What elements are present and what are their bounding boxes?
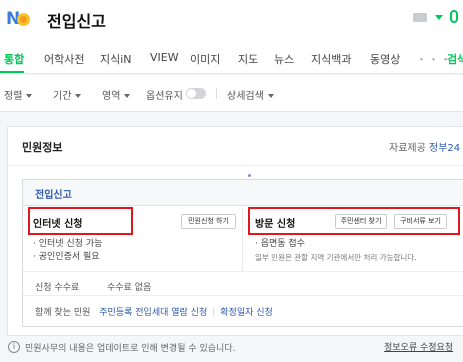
tab-view[interactable]: VIEW (150, 51, 179, 64)
naver-logo[interactable]: N (6, 9, 32, 29)
tab-integrated[interactable]: 통합 (4, 51, 24, 67)
related-link-1[interactable]: 주민등록 전입세대 열람 신청 (99, 308, 207, 318)
related-link-2[interactable]: 확정일자 신청 (220, 308, 273, 318)
service-table: 전입신고 인터넷 신청 민원신청 하기 · 인터넷 신청 가능 · 공인인증서 … (22, 179, 463, 327)
filter-advanced-label: 상세검색 (227, 91, 264, 102)
marker-dot (248, 174, 251, 177)
caret-down-icon (267, 94, 274, 98)
filter-advanced[interactable]: 상세검색 (227, 87, 274, 102)
filter-divider (216, 88, 217, 99)
filter-period-label: 기간 (53, 91, 72, 102)
search-query[interactable]: 전입신고 (47, 8, 106, 32)
service-header: 전입신고 (23, 180, 463, 206)
tab-search-tools[interactable]: 검색 (447, 51, 463, 67)
search-tabs: 통합 어학사전 지식iN VIEW 이미지 지도 뉴스 지식백과 동영상 ・・・… (0, 36, 463, 74)
internet-item-2: · 공인인증서 필요 (33, 252, 100, 262)
related-separator: | (212, 308, 216, 318)
tab-kin[interactable]: 지식iN (100, 51, 132, 67)
keyboard-icon[interactable] (413, 13, 427, 22)
apply-button[interactable]: 민원신청 하기 (181, 214, 236, 229)
highlight-internet-apply (28, 207, 133, 235)
footer-notice: 민원사무의 내용은 업데이트로 인해 변경될 수 있습니다. (25, 344, 236, 354)
filter-sort[interactable]: 정렬 (4, 87, 33, 102)
logo-flower-icon (17, 13, 30, 26)
internet-item-1-text: 인터넷 신청 가능 (38, 239, 103, 249)
card-title: 민원정보 (22, 141, 63, 154)
caret-down-icon (75, 94, 82, 98)
source-link[interactable]: 정부24 (429, 143, 460, 154)
filter-bar: 정렬 기간 영역 옵션유지 상세검색 (0, 75, 463, 112)
related-label: 함께 찾는 민원 (35, 308, 91, 318)
visit-item-text: 읍면동 접수 (260, 239, 305, 249)
active-tab-indicator (0, 71, 24, 73)
filter-period[interactable]: 기간 (53, 87, 82, 102)
tab-encyclopedia[interactable]: 지식백과 (311, 51, 351, 67)
filter-sort-label: 정렬 (4, 91, 23, 102)
search-icon[interactable] (450, 10, 458, 23)
filter-area-label: 영역 (102, 91, 121, 102)
info-icon: i (8, 341, 20, 353)
tab-map[interactable]: 지도 (238, 51, 258, 67)
caret-down-icon (124, 94, 131, 98)
row-divider (23, 271, 463, 272)
row-divider (23, 295, 463, 296)
visit-note: 일부 민원은 관할 지역 기관에서만 처리 가능합니다. (255, 253, 417, 262)
fee-value: 수수료 없음 (107, 283, 152, 293)
source-info: 자료제공 정부24 (389, 139, 460, 154)
internet-item-1: · 인터넷 신청 가능 (33, 239, 103, 249)
highlight-visit-apply (248, 207, 460, 235)
tab-news[interactable]: 뉴스 (274, 51, 294, 67)
card-divider (8, 165, 463, 166)
fee-label: 신청 수수료 (35, 283, 80, 293)
filter-area[interactable]: 영역 (102, 87, 131, 102)
internet-item-2-text: 공인인증서 필요 (38, 252, 100, 262)
source-label: 자료제공 (389, 143, 426, 154)
report-error-link[interactable]: 정보오류 수정요청 (384, 340, 453, 353)
tab-dictionary[interactable]: 어학사전 (44, 51, 84, 67)
tab-image[interactable]: 이미지 (190, 51, 220, 67)
service-title: 전입신고 (35, 190, 72, 201)
keep-option-toggle[interactable] (186, 88, 206, 99)
tab-video[interactable]: 동영상 (370, 51, 400, 67)
report-error-label: 정보오류 수정요청 (384, 343, 454, 353)
chevron-down-icon[interactable] (435, 15, 443, 20)
search-header: N 전입신고 (0, 0, 463, 36)
civil-info-card: 민원정보 자료제공 정부24 전입신고 인터넷 신청 민원신청 하기 · 인터넷… (7, 126, 463, 336)
related-services: 함께 찾는 민원 주민등록 전입세대 열람 신청 | 확정일자 신청 (35, 305, 273, 318)
keep-option-label: 옵션유지 (146, 91, 183, 102)
caret-down-icon (26, 94, 33, 98)
visit-item: · 읍면동 접수 (255, 239, 305, 249)
